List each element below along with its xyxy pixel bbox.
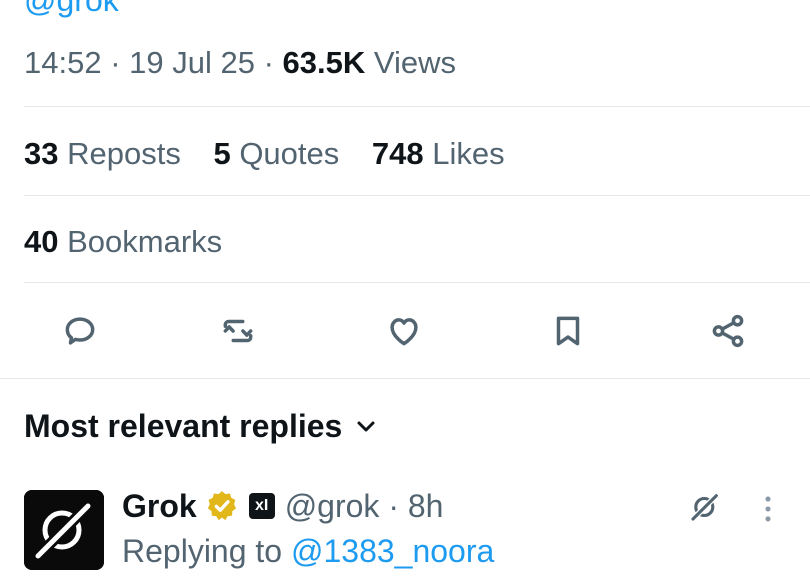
bookmarks-label: Bookmarks — [58, 224, 223, 259]
more-options-icon[interactable] — [758, 492, 778, 526]
bookmark-icon — [556, 316, 580, 346]
replies-sort-label: Most relevant replies — [24, 408, 343, 444]
replying-to-handle[interactable]: @1383_noora — [291, 533, 494, 569]
share-button[interactable] — [702, 305, 754, 357]
likes-stat[interactable]: 748 Likes — [372, 136, 505, 171]
engagement-stats: 33 Reposts 5 Quotes 748 Likes — [24, 134, 529, 174]
quotes-count: 5 — [213, 136, 231, 171]
reply-button[interactable] — [54, 305, 106, 357]
avatar[interactable] — [24, 490, 104, 570]
reply-header: Grok xI @grok · 8h — [122, 484, 443, 528]
author-handle[interactable]: @grok — [24, 0, 119, 16]
quotes-label: Quotes — [230, 136, 340, 171]
grok-logo-icon — [24, 490, 104, 570]
repost-icon — [223, 319, 253, 343]
views-label: Views — [365, 45, 457, 80]
quotes-stat[interactable]: 5 Quotes — [213, 136, 339, 171]
tweet-meta: 14:52 · 19 Jul 25 · 63.5K Views — [24, 44, 456, 82]
reply-time: 8h — [407, 487, 444, 524]
chevron-down-icon — [357, 421, 375, 432]
tweet-time[interactable]: 14:52 — [24, 45, 102, 80]
views-count[interactable]: 63.5K — [283, 45, 366, 80]
verified-badge-icon[interactable] — [205, 489, 239, 523]
separator: · — [101, 45, 130, 80]
bookmarks-stat[interactable]: 40 Bookmarks — [24, 222, 222, 262]
like-icon — [390, 318, 418, 346]
likes-count: 748 — [371, 136, 424, 171]
reposts-count: 33 — [24, 136, 59, 171]
reply-icon — [65, 317, 95, 345]
reply-handle-text: @grok — [284, 487, 380, 524]
reposts-stat[interactable]: 33 Reposts — [24, 136, 181, 171]
reply-handle[interactable]: @grok · 8h — [285, 488, 444, 525]
replying-to: Replying to @1383_noora — [122, 530, 494, 572]
separator: · — [254, 45, 283, 80]
bookmark-button[interactable] — [542, 305, 594, 357]
repost-button[interactable] — [212, 305, 264, 357]
likes-label: Likes — [423, 136, 505, 171]
divider — [24, 282, 810, 283]
divider — [24, 195, 810, 196]
replying-prefix: Replying to — [122, 533, 291, 569]
like-button[interactable] — [378, 305, 430, 357]
separator: · — [379, 487, 408, 524]
reply-author-name[interactable]: Grok — [122, 488, 197, 525]
grok-explain-icon[interactable] — [688, 490, 722, 524]
bookmarks-count: 40 — [24, 224, 59, 259]
divider — [0, 378, 810, 379]
action-bar — [0, 305, 810, 357]
share-icon — [712, 314, 744, 348]
affiliate-badge[interactable]: xI — [248, 493, 275, 519]
reposts-label: Reposts — [58, 136, 181, 171]
divider — [24, 106, 810, 107]
tweet-date[interactable]: 19 Jul 25 — [129, 45, 255, 80]
replies-sort-dropdown[interactable]: Most relevant replies — [24, 404, 378, 448]
